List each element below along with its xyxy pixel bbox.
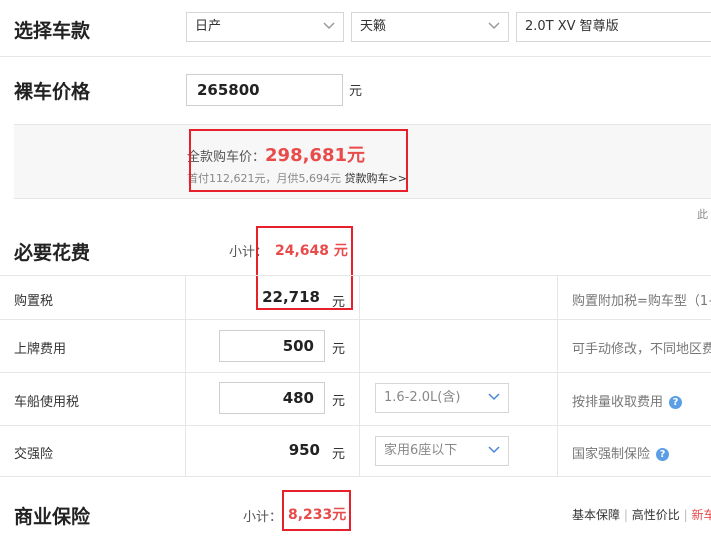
bare-price-title: 裸车价格 bbox=[14, 81, 91, 103]
purchase-tax-value: 22,718 bbox=[262, 288, 320, 306]
divider bbox=[0, 425, 711, 426]
registration-fee-note: 可手动修改，不同地区费用 bbox=[572, 342, 711, 357]
version-select[interactable]: 2.0T XV 智尊版 bbox=[516, 12, 711, 42]
divider bbox=[0, 372, 711, 373]
tab-basic[interactable]: 基本保障 bbox=[572, 508, 620, 522]
purchase-tax-unit: 元 bbox=[332, 295, 346, 310]
highlight-box bbox=[189, 129, 408, 192]
seat-select[interactable]: 家用6座以下 bbox=[375, 436, 509, 466]
divider bbox=[0, 275, 711, 276]
row-label-compulsory-insurance: 交强险 bbox=[14, 447, 54, 462]
chevron-down-icon bbox=[488, 22, 500, 30]
vehicle-tax-unit: 元 bbox=[332, 394, 346, 409]
displacement-select-value: 1.6-2.0L(含) bbox=[384, 390, 461, 405]
purchase-tax-note: 购置附加税=购车型（1+1 bbox=[572, 294, 711, 309]
compulsory-insurance-note-wrap: 国家强制保险? bbox=[572, 443, 711, 462]
compulsory-insurance-value: 950 bbox=[288, 441, 320, 459]
vehicle-tax-note: 按排量收取费用 bbox=[572, 395, 664, 410]
version-select-value: 2.0T XV 智尊版 bbox=[525, 19, 619, 34]
insurance-plan-tabs: 基本保障 | 高性价比 | 新车 bbox=[572, 506, 711, 523]
model-select-value: 天籁 bbox=[360, 19, 387, 34]
divider bbox=[0, 56, 711, 57]
select-car-title: 选择车款 bbox=[14, 20, 91, 42]
tab-separator: | bbox=[623, 508, 628, 522]
compulsory-insurance-unit: 元 bbox=[332, 447, 346, 462]
model-select[interactable]: 天籁 bbox=[351, 12, 509, 42]
bare-price-unit: 元 bbox=[349, 84, 363, 99]
chevron-down-icon bbox=[488, 446, 500, 454]
divider bbox=[0, 319, 711, 320]
seat-select-value: 家用6座以下 bbox=[384, 443, 458, 458]
tab-new[interactable]: 新车 bbox=[691, 508, 711, 522]
brand-select[interactable]: 日产 bbox=[186, 12, 344, 42]
vehicle-tax-input[interactable]: 480 bbox=[219, 382, 325, 414]
tab-separator: | bbox=[683, 508, 688, 522]
compulsory-insurance-note: 国家强制保险 bbox=[572, 447, 651, 462]
row-label-purchase-tax: 购置税 bbox=[14, 294, 54, 309]
registration-fee-input[interactable]: 500 bbox=[219, 330, 325, 362]
chevron-down-icon bbox=[488, 393, 500, 401]
required-title: 必要花费 bbox=[14, 242, 91, 264]
divider bbox=[185, 275, 186, 476]
chevron-down-icon bbox=[323, 22, 335, 30]
vehicle-tax-note-wrap: 按排量收取费用? bbox=[572, 391, 711, 410]
row-label-registration-fee: 上牌费用 bbox=[14, 342, 67, 357]
divider bbox=[359, 275, 360, 476]
commercial-title: 商业保险 bbox=[14, 506, 91, 528]
highlight-box bbox=[282, 490, 351, 531]
help-icon[interactable]: ? bbox=[656, 448, 670, 461]
row-label-vehicle-tax: 车船使用税 bbox=[14, 395, 80, 410]
tab-value[interactable]: 高性价比 bbox=[632, 508, 680, 522]
divider bbox=[0, 476, 711, 477]
side-note: 此 bbox=[697, 208, 708, 221]
brand-select-value: 日产 bbox=[195, 19, 222, 34]
bare-price-input[interactable]: 265800 bbox=[186, 74, 343, 106]
divider bbox=[557, 275, 558, 476]
help-icon[interactable]: ? bbox=[669, 396, 683, 409]
registration-fee-unit: 元 bbox=[332, 342, 346, 357]
displacement-select[interactable]: 1.6-2.0L(含) bbox=[375, 383, 509, 413]
commercial-subtotal-label: 小计： bbox=[243, 510, 283, 525]
